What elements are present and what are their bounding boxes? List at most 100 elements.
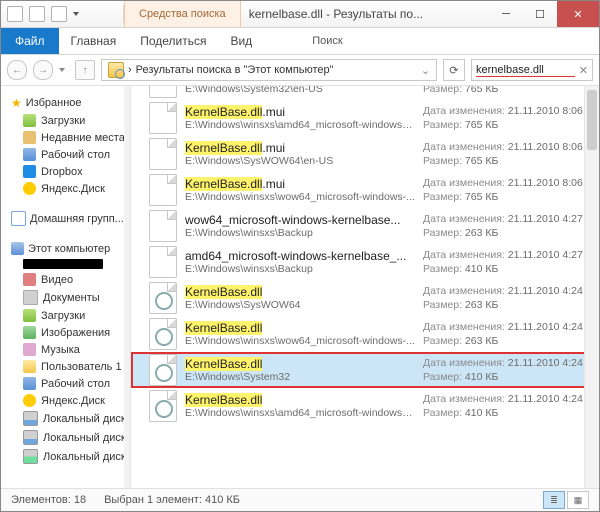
search-input-text: kernelbase.dll	[476, 64, 575, 77]
maximize-button[interactable]: ☐	[523, 1, 557, 27]
results-scrollbar[interactable]	[584, 86, 599, 488]
result-row[interactable]: KernelBase.dll.muiE:\Windows\winsxs\wow6…	[131, 172, 599, 208]
nav-item-icon	[23, 290, 38, 305]
result-row[interactable]: KernelBase.dll.muiE:\Windows\winsxs\amd6…	[131, 100, 599, 136]
scrollbar-thumb[interactable]	[587, 90, 597, 150]
file-icon	[149, 86, 177, 98]
tab-share[interactable]: Поделиться	[128, 28, 218, 54]
nav-redacted-item[interactable]	[1, 257, 130, 271]
nav-fav-item[interactable]: Dropbox	[1, 163, 130, 180]
nav-item-icon	[23, 273, 36, 286]
nav-favorites-header[interactable]: ★Избранное	[1, 94, 130, 112]
properties-icon[interactable]	[29, 6, 45, 22]
nav-item-icon	[23, 165, 36, 178]
refresh-button[interactable]: ⟳	[443, 59, 465, 81]
result-row[interactable]: KernelBase.dllE:\Windows\winsxs\wow64_mi…	[131, 316, 599, 352]
nav-fav-item[interactable]: Яндекс.Диск	[1, 180, 130, 197]
nav-item-label: Яндекс.Диск	[41, 183, 105, 195]
tab-search[interactable]: Поиск	[298, 28, 356, 54]
folder-icon	[7, 6, 23, 22]
explorer-window: Средства поиска kernelbase.dll - Результ…	[0, 0, 600, 512]
tab-home[interactable]: Главная	[59, 28, 129, 54]
nav-pc-item[interactable]: Загрузки	[1, 307, 130, 324]
nav-fav-item[interactable]: Недавние места	[1, 129, 130, 146]
status-selection: Выбран 1 элемент: 410 КБ	[104, 494, 240, 506]
nav-pc-item[interactable]: Рабочий стол	[1, 375, 130, 392]
file-icon	[149, 318, 177, 350]
search-input[interactable]: kernelbase.dll ✕	[471, 59, 593, 81]
view-icons-button[interactable]: ▦	[567, 491, 589, 509]
result-row[interactable]: KernelBase.dllE:\Windows\winsxs\amd64_mi…	[131, 388, 599, 424]
file-path: E:\Windows\winsxs\wow64_microsoft-window…	[185, 191, 415, 203]
nav-item-icon	[23, 411, 38, 426]
homegroup-icon	[11, 211, 26, 226]
file-tab[interactable]: Файл	[1, 28, 59, 54]
star-icon: ★	[11, 96, 22, 110]
nav-scrollbar[interactable]	[124, 86, 130, 488]
nav-pc-item[interactable]: Яндекс.Диск	[1, 392, 130, 409]
file-path: E:\Windows\winsxs\wow64_microsoft-window…	[185, 335, 415, 347]
tab-view[interactable]: Вид	[218, 28, 264, 54]
result-row[interactable]: KernelBase.dllE:\Windows\System32Дата из…	[131, 352, 599, 388]
nav-pc-item[interactable]: Видео	[1, 271, 130, 288]
nav-item-icon	[23, 394, 36, 407]
file-path: E:\Windows\System32\en-US	[185, 86, 415, 95]
qat-dropdown-icon[interactable]	[73, 12, 79, 16]
nav-item-label: Локальный диск...	[43, 451, 130, 463]
nav-item-label: Dropbox	[41, 166, 83, 178]
nav-pc-item[interactable]: Локальный диск...	[1, 409, 130, 428]
nav-item-label: Загрузки	[41, 310, 85, 322]
file-icon	[149, 210, 177, 242]
nav-fav-item[interactable]: Рабочий стол	[1, 146, 130, 163]
clear-search-icon[interactable]: ✕	[579, 64, 588, 77]
nav-item-label: Локальный диск...	[43, 413, 130, 425]
result-row[interactable]: wow64_microsoft-windows-kernelbase...E:\…	[131, 208, 599, 244]
new-folder-icon[interactable]	[51, 6, 67, 22]
file-path: E:\Windows\winsxs\amd64_microsoft-window…	[185, 407, 415, 419]
breadcrumb[interactable]: › Результаты поиска в "Этот компьютер" ⌄	[101, 59, 437, 81]
file-icon	[149, 354, 177, 386]
nav-pc-item[interactable]: Локальный диск...	[1, 428, 130, 447]
file-path: E:\Windows\winsxs\Backup	[185, 227, 415, 239]
close-button[interactable]: ✕	[557, 1, 599, 27]
file-icon	[149, 282, 177, 314]
redacted-icon	[23, 259, 103, 269]
nav-thispc-header[interactable]: Этот компьютер	[1, 240, 130, 257]
nav-pc-item[interactable]: Музыка	[1, 341, 130, 358]
nav-item-label: Рабочий стол	[41, 149, 110, 161]
window-buttons: ─ ☐ ✕	[489, 1, 599, 27]
minimize-button[interactable]: ─	[489, 1, 523, 27]
result-row[interactable]: KernelBase.dll.muiE:\Windows\System32\en…	[131, 86, 599, 100]
nav-item-icon	[23, 182, 36, 195]
nav-item-icon	[23, 449, 38, 464]
nav-item-icon	[23, 114, 36, 127]
nav-back-button[interactable]: ←	[7, 60, 27, 80]
nav-history-dropdown-icon[interactable]	[59, 68, 65, 72]
nav-forward-button[interactable]: →	[33, 60, 53, 80]
window-title: kernelbase.dll - Результаты по...	[241, 1, 489, 27]
titlebar: Средства поиска kernelbase.dll - Результ…	[1, 1, 599, 28]
nav-fav-item[interactable]: Загрузки	[1, 112, 130, 129]
search-results-icon	[108, 62, 124, 78]
nav-item-label: Изображения	[41, 327, 110, 339]
nav-pc-item[interactable]: Пользователь 1	[1, 358, 130, 375]
nav-pc-item[interactable]: Локальный диск...	[1, 447, 130, 466]
view-details-button[interactable]: ≣	[543, 491, 565, 509]
result-row[interactable]: KernelBase.dllE:\Windows\SysWOW64Дата из…	[131, 280, 599, 316]
nav-pc-item[interactable]: Документы	[1, 288, 130, 307]
nav-up-button[interactable]: ↑	[75, 60, 95, 80]
nav-pc-item[interactable]: Изображения	[1, 324, 130, 341]
search-tools-context-tab[interactable]: Средства поиска	[124, 1, 241, 27]
navigation-pane: ★Избранное ЗагрузкиНедавние местаРабочий…	[1, 86, 131, 488]
file-name: KernelBase.dll	[185, 285, 415, 299]
file-path: E:\Windows\SysWOW64\en-US	[185, 155, 415, 167]
chevron-down-icon[interactable]: ⌄	[421, 64, 430, 77]
file-name: wow64_microsoft-windows-kernelbase...	[185, 213, 415, 227]
nav-item-icon	[23, 309, 36, 322]
nav-homegroup-header[interactable]: Домашняя групп...	[1, 209, 130, 228]
nav-item-label: Рабочий стол	[41, 378, 110, 390]
nav-item-label: Видео	[41, 274, 73, 286]
nav-item-icon	[23, 148, 36, 161]
result-row[interactable]: KernelBase.dll.muiE:\Windows\SysWOW64\en…	[131, 136, 599, 172]
result-row[interactable]: amd64_microsoft-windows-kernelbase_...E:…	[131, 244, 599, 280]
